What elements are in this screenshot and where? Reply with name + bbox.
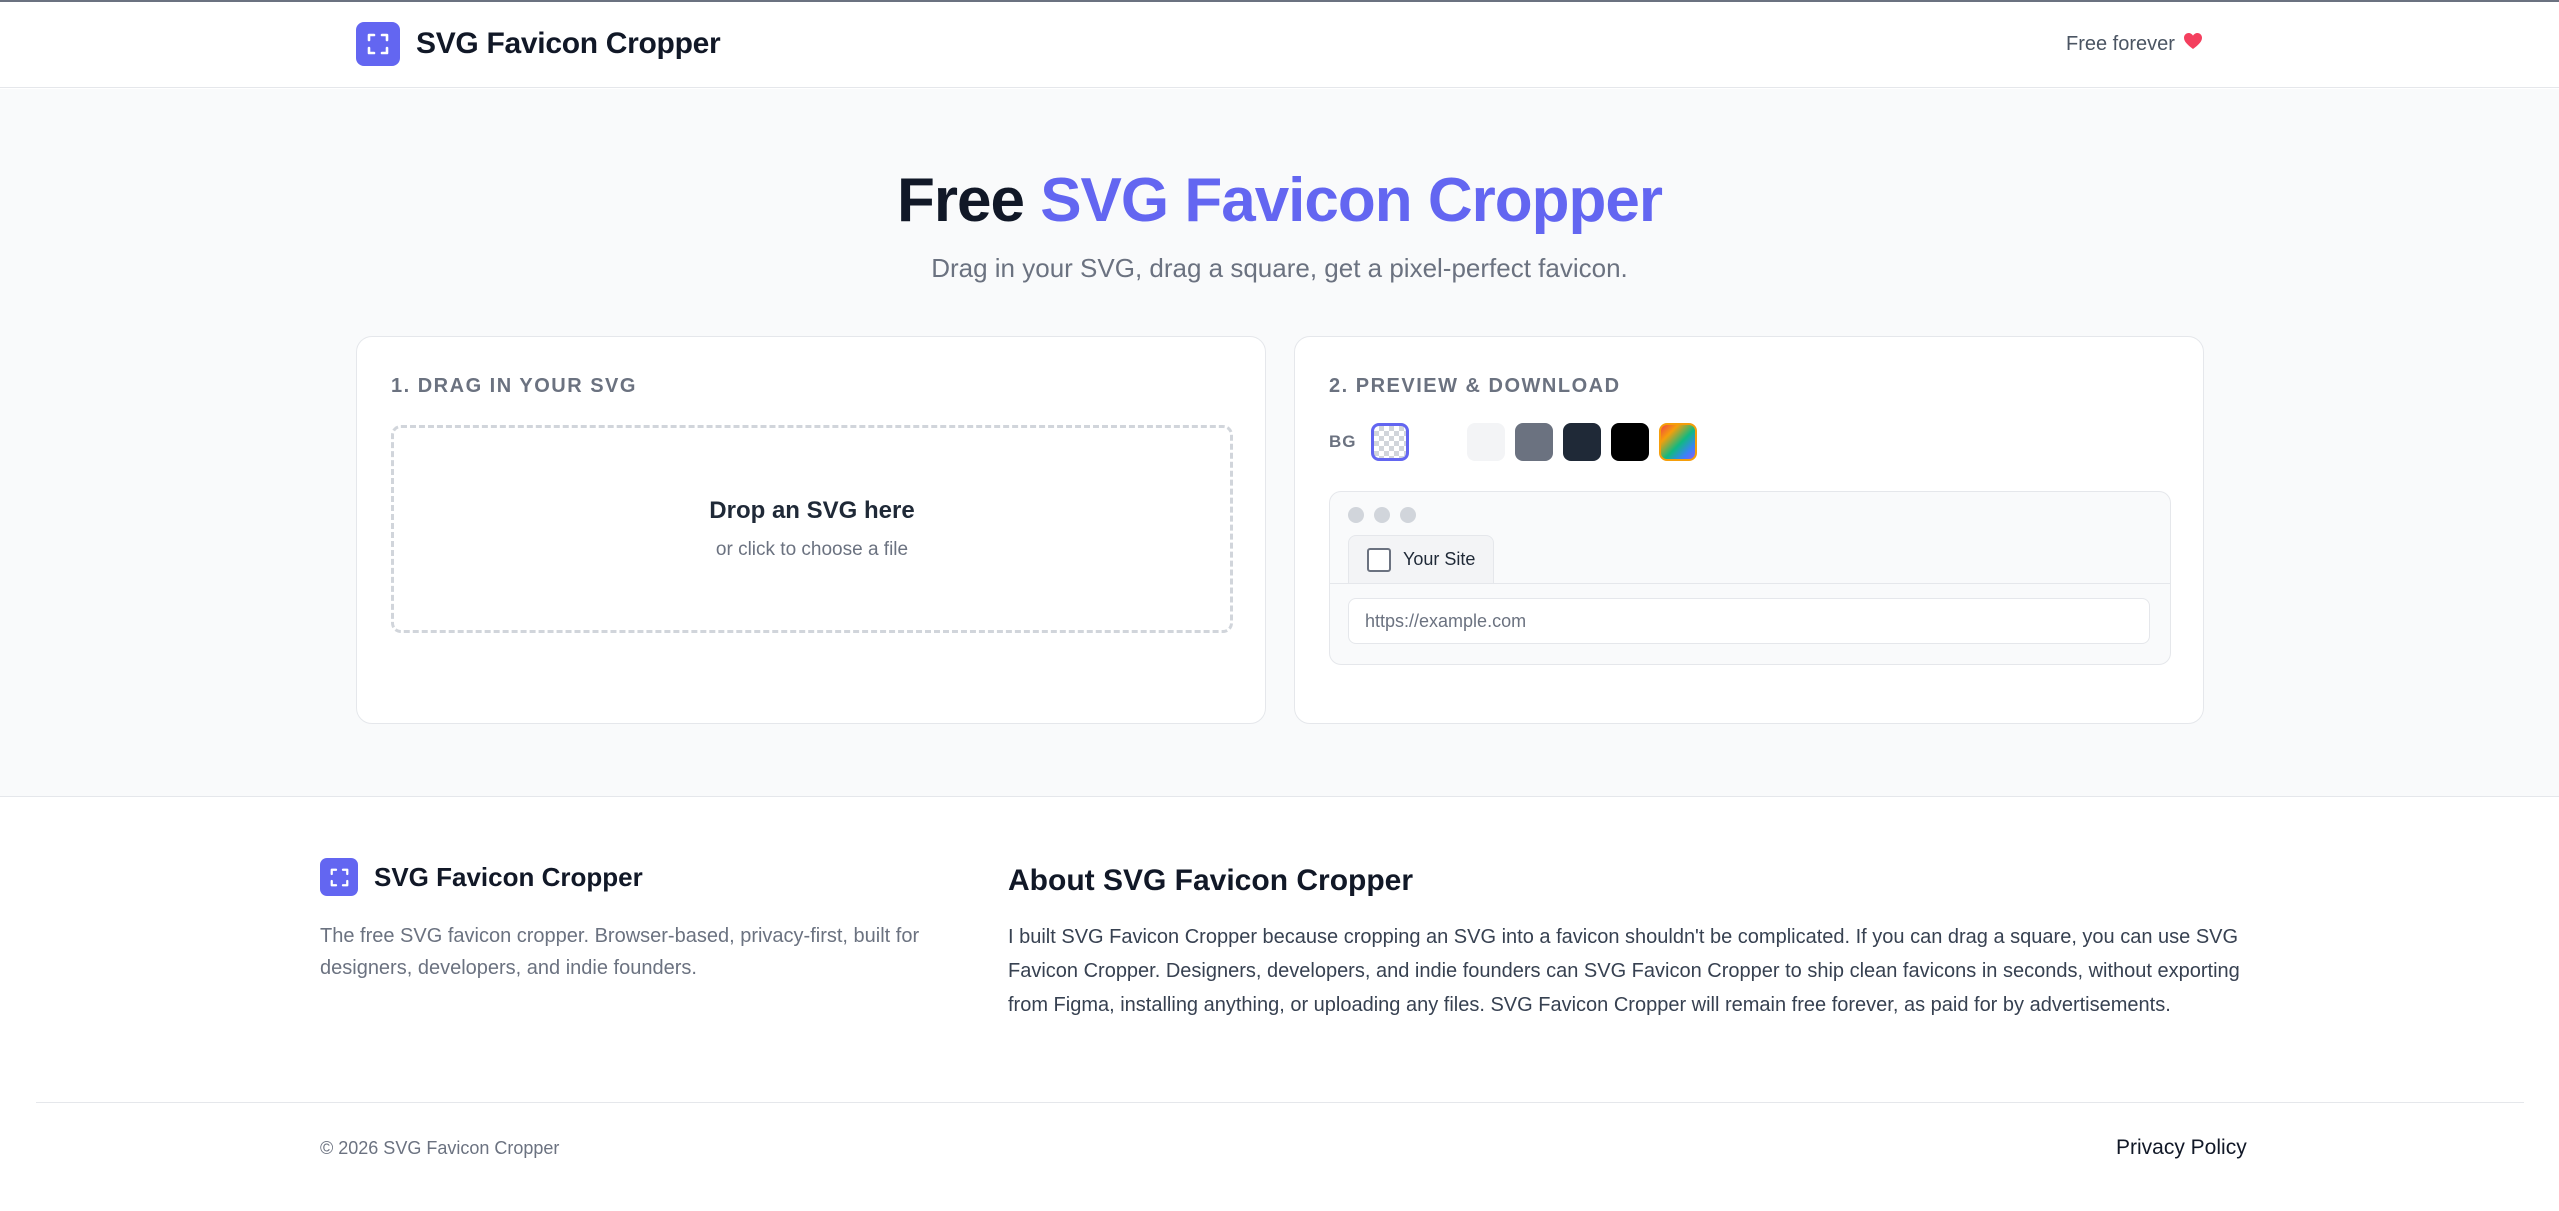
page-title: Free SVG Favicon Cropper [0, 165, 2559, 236]
privacy-policy-link[interactable]: Privacy Policy [2116, 1136, 2247, 1160]
window-dot [1400, 507, 1416, 523]
about-title: About SVG Favicon Cropper [1008, 864, 1414, 897]
site-header: SVG Favicon Cropper Free forever [0, 2, 2559, 88]
crop-frame-icon [320, 858, 358, 896]
background-picker: BG [1329, 423, 1707, 461]
window-dot [1348, 507, 1364, 523]
browser-preview: Your Site [1329, 491, 2171, 665]
favicon-placeholder-icon [1367, 547, 1391, 572]
bg-swatch-transparent[interactable] [1370, 423, 1409, 461]
tab-title: Your Site [1403, 549, 1476, 569]
free-forever-tagline: Free forever [2066, 32, 2203, 56]
brand-name: SVG Favicon Cropper [416, 27, 721, 60]
page-subtitle: Drag in your SVG, drag a square, get a p… [931, 253, 1628, 283]
bg-label: BG [1329, 432, 1357, 451]
dropzone-title: Drop an SVG here [709, 497, 915, 524]
footer-divider [36, 1102, 2524, 1103]
bg-swatch-light-gray[interactable] [1466, 423, 1505, 461]
footer-description: The free SVG favicon cropper. Browser-ba… [320, 925, 920, 979]
footer-brand-name: SVG Favicon Cropper [374, 861, 643, 892]
url-input[interactable] [1348, 598, 2150, 644]
bg-swatch-navy[interactable] [1562, 423, 1601, 461]
title-prefix: Free [896, 166, 1041, 235]
title-accent: SVG Favicon Cropper [1040, 166, 1663, 235]
upload-card-heading: 1. DRAG IN YOUR SVG [391, 375, 637, 397]
window-dot [1374, 507, 1390, 523]
preview-card: 2. PREVIEW & DOWNLOAD BG Your Site [1294, 336, 2204, 724]
window-controls [1348, 507, 1426, 523]
tagline-text: Free forever [2066, 32, 2175, 55]
heart-icon [2183, 32, 2203, 56]
about-body: I built SVG Favicon Cropper because crop… [1008, 926, 2240, 1016]
crop-frame-icon [356, 22, 400, 66]
browser-tab[interactable]: Your Site [1348, 535, 1494, 583]
bg-swatch-gray[interactable] [1514, 423, 1553, 461]
bg-swatch-black[interactable] [1610, 423, 1649, 461]
svg-dropzone[interactable]: Drop an SVG here or click to choose a fi… [391, 425, 1233, 633]
brand-link[interactable]: SVG Favicon Cropper [356, 22, 721, 66]
tab-divider [1330, 583, 2170, 584]
footer-brand: SVG Favicon Cropper [320, 858, 643, 896]
upload-card: 1. DRAG IN YOUR SVG Drop an SVG here or … [356, 336, 1266, 724]
copyright: © 2026 SVG Favicon Cropper [320, 1138, 560, 1158]
bg-swatch-white[interactable] [1418, 423, 1457, 461]
dropzone-subtitle: or click to choose a file [715, 539, 909, 560]
preview-card-heading: 2. PREVIEW & DOWNLOAD [1329, 375, 1621, 397]
bg-swatch-gradient[interactable] [1658, 423, 1697, 461]
tool-section: Free SVG Favicon Cropper Drag in your SV… [0, 89, 2559, 797]
